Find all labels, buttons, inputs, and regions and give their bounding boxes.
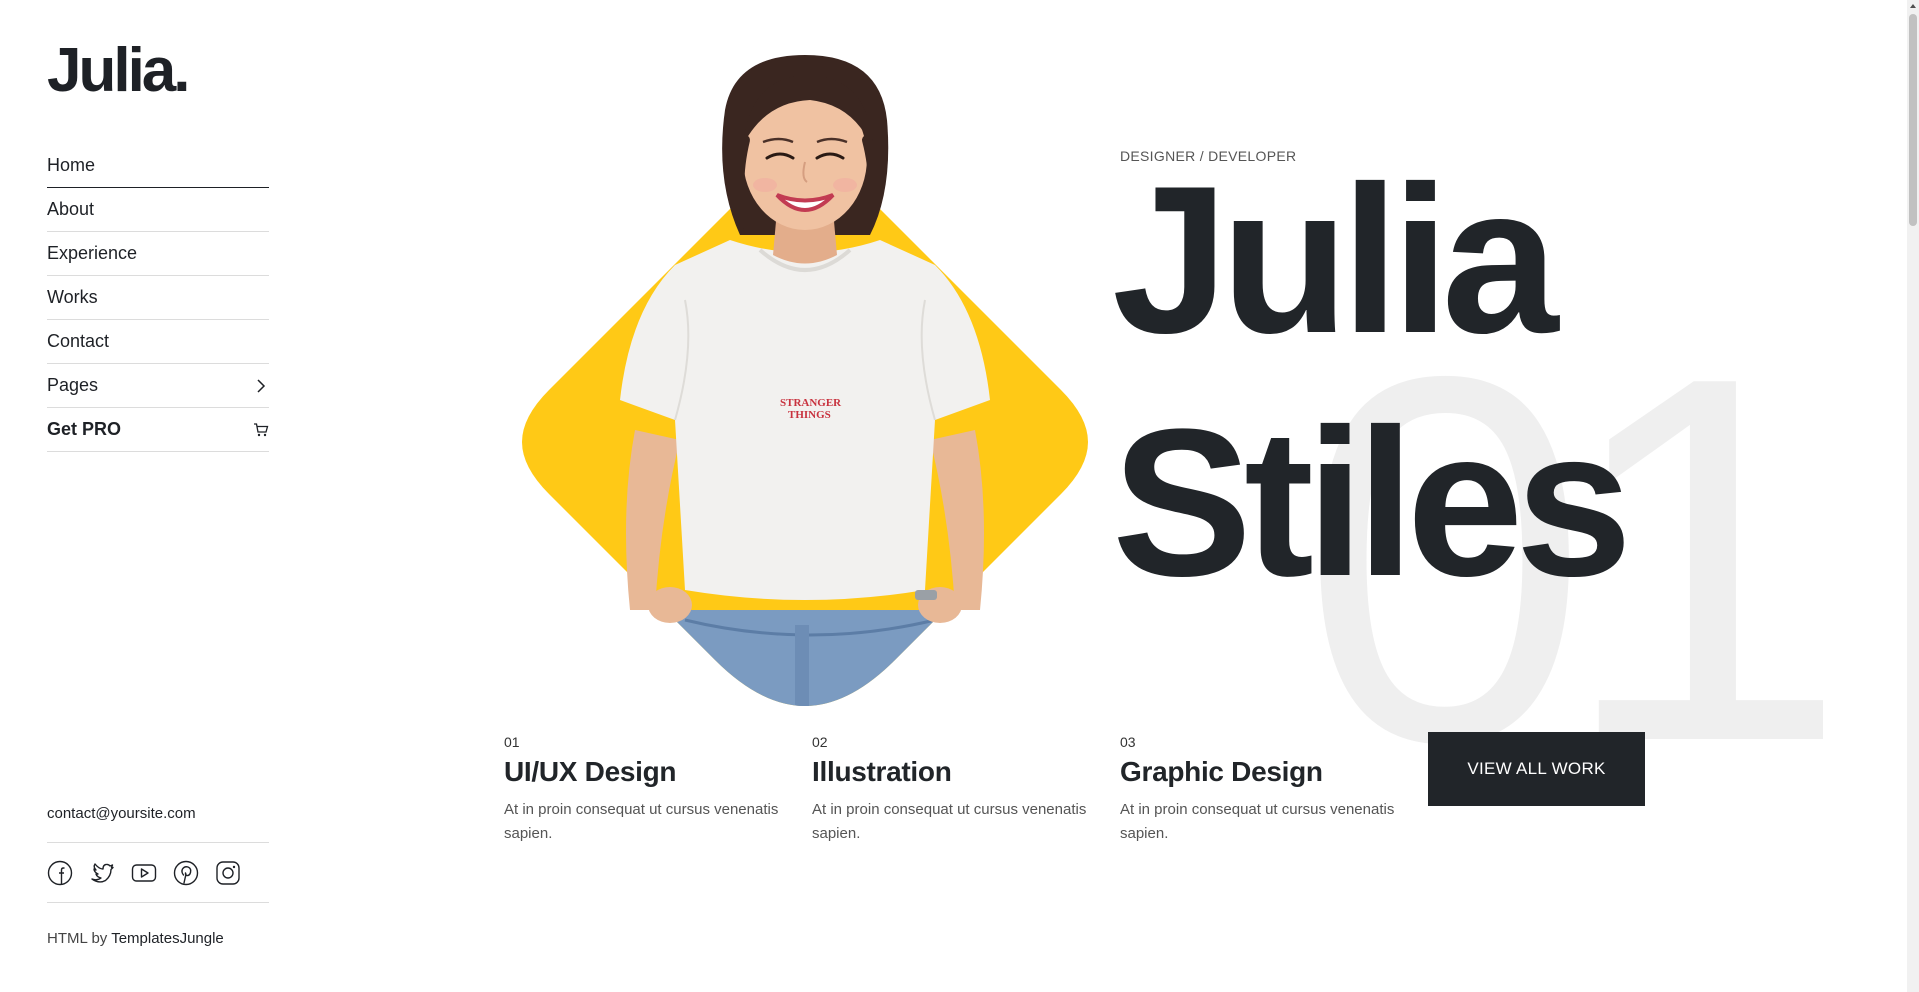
nav-item-works[interactable]: Works: [47, 276, 269, 320]
service-description: At in proin consequat ut cursus venenati…: [812, 801, 1087, 842]
twitter-icon[interactable]: [89, 860, 115, 886]
nav-item-label: Pages: [47, 375, 99, 395]
contact-email[interactable]: contact@yoursite.com: [47, 805, 196, 822]
main-nav: Home About Experience Works Contact Page…: [47, 144, 269, 452]
nav-item-home[interactable]: Home: [47, 144, 269, 188]
chevron-right-icon: [253, 378, 269, 394]
nav-item-label: Get PRO: [47, 419, 122, 439]
credit-prefix: HTML by: [47, 930, 108, 947]
nav-item-contact[interactable]: Contact: [47, 320, 269, 364]
sidebar: Julia. Home About Experience Works Conta…: [0, 0, 320, 992]
nav-item-label: Contact: [47, 331, 110, 351]
cart-icon: [253, 422, 269, 438]
service-number: 01: [504, 734, 520, 750]
service-description: At in proin consequat ut cursus venenati…: [1120, 801, 1395, 842]
site-logo[interactable]: Julia.: [47, 40, 191, 102]
nav-item-label: Experience: [47, 243, 138, 263]
nav-item-label: About: [47, 199, 95, 219]
nav-item-experience[interactable]: Experience: [47, 232, 269, 276]
hero-last-name: Stiles: [1112, 385, 1632, 620]
nav-item-label: Home: [47, 155, 96, 175]
youtube-icon[interactable]: [131, 860, 157, 886]
service-item-graphic-design: 03 Graphic Design At in proin consequat …: [1120, 734, 1410, 846]
nav-item-pages[interactable]: Pages: [47, 364, 269, 408]
service-description: At in proin consequat ut cursus venenati…: [504, 801, 779, 842]
hero-first-name: Julia: [1112, 142, 1559, 377]
shirt-logo-line1: STRANGER: [780, 397, 842, 409]
footer-credit: HTML by TemplatesJungle: [47, 930, 224, 947]
service-title: UI/UX Design: [504, 756, 677, 787]
credit-link[interactable]: TemplatesJungle: [111, 930, 224, 947]
nav-item-label: Works: [47, 287, 98, 307]
divider: [47, 842, 269, 843]
facebook-icon[interactable]: [47, 860, 73, 886]
instagram-icon[interactable]: [215, 860, 241, 886]
pinterest-icon[interactable]: [173, 860, 199, 886]
service-title: Illustration: [812, 756, 952, 787]
service-title: Graphic Design: [1120, 756, 1323, 787]
shirt-logo-line2: THINGS: [788, 409, 831, 421]
view-all-work-button[interactable]: VIEW ALL WORK: [1428, 732, 1645, 806]
hero-portrait: STRANGER THINGS: [522, 55, 1088, 706]
scroll-up-arrow-icon[interactable]: [1907, 0, 1919, 12]
social-links: [47, 860, 241, 886]
service-number: 02: [812, 734, 828, 750]
scrollbar-thumb[interactable]: [1909, 14, 1917, 226]
nav-item-get-pro[interactable]: Get PRO: [47, 408, 269, 452]
divider: [47, 902, 269, 903]
nav-item-about[interactable]: About: [47, 188, 269, 232]
page-scrollbar[interactable]: [1907, 0, 1919, 992]
service-number: 03: [1120, 734, 1136, 750]
service-item-illustration: 02 Illustration At in proin consequat ut…: [812, 734, 1102, 846]
service-item-uiux: 01 UI/UX Design At in proin consequat ut…: [504, 734, 794, 846]
